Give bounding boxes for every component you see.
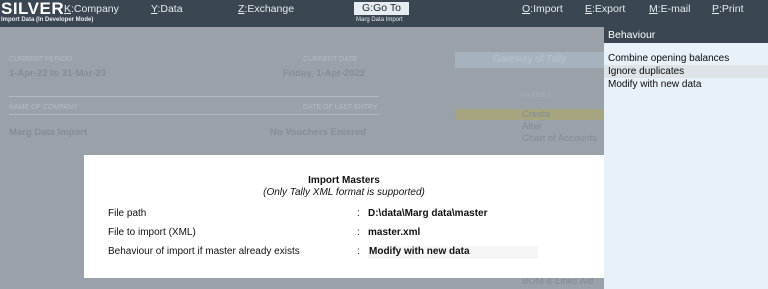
top-menu-bar: SILVER Import Data (In Developer Mode) K… [0, 0, 768, 27]
colon: : [357, 246, 360, 257]
menu-email-label: :E-mail [657, 3, 691, 15]
behaviour-label: Behaviour of import if master already ex… [108, 246, 300, 257]
gateway-item-create: Create [522, 109, 551, 120]
goto-key: G [362, 2, 371, 14]
menu-exchange[interactable]: Z:Exchange [238, 3, 294, 15]
behaviour-panel: Behaviour Combine opening balances Ignor… [604, 27, 768, 289]
behaviour-panel-title: Behaviour [604, 27, 768, 43]
current-date-value: Friday, 1-Apr-2022 [283, 68, 366, 79]
menu-data[interactable]: Y:Data [151, 3, 183, 15]
menu-import[interactable]: O:Import [522, 3, 563, 15]
file-path-label: File path [108, 208, 147, 219]
goto-label: :Go To [370, 2, 401, 14]
divider [9, 96, 379, 97]
current-period-value: 1-Apr-22 to 31-Mar-23 [9, 68, 107, 79]
behaviour-option-combine[interactable]: Combine opening balances [604, 52, 768, 65]
behaviour-field[interactable]: Modify with new data [368, 246, 538, 258]
mode-caption: Import Data (In Developer Mode) [1, 17, 94, 23]
menu-company[interactable]: K:Company [64, 3, 119, 15]
colon: : [357, 208, 360, 219]
menu-print-label: :Print [719, 3, 744, 15]
menu-export-key: E [585, 3, 593, 15]
menu-company-key: K [64, 3, 72, 15]
import-masters-dialog: Import Masters (Only Tally XML format is… [84, 155, 604, 278]
current-date-label: CURRENT DATE [303, 56, 358, 63]
menu-import-key: O [522, 3, 531, 15]
last-entry-label: DATE OF LAST ENTRY [303, 104, 378, 111]
menu-print-key: P [712, 3, 720, 15]
file-to-import-label: File to import (XML) [108, 227, 196, 238]
menu-import-label: :Import [530, 3, 563, 15]
divider [9, 114, 379, 115]
gateway-item-chart-of-accounts: Chart of Accounts [522, 133, 597, 144]
dialog-subtitle: (Only Tally XML format is supported) [263, 187, 425, 198]
goto-subtitle: Marg Data Import [356, 17, 403, 23]
menu-email-key: M [649, 3, 658, 15]
file-path-field[interactable]: D:\data\Marg data\master [368, 208, 487, 219]
gateway-item-alter: Alter [522, 121, 542, 132]
menu-export[interactable]: E:Export [585, 3, 625, 15]
menu-exchange-label: :Exchange [244, 3, 295, 15]
colon: : [357, 227, 360, 238]
behaviour-option-ignore-duplicates[interactable]: Ignore duplicates [604, 65, 768, 78]
gateway-section-label: MASTERS [522, 93, 552, 99]
menu-data-label: :Data [157, 3, 183, 15]
menu-print[interactable]: P:Print [712, 3, 744, 15]
goto-button[interactable]: G:Go To [354, 2, 409, 15]
current-period-label: CURRENT PERIOD [9, 56, 72, 63]
dialog-title: Import Masters [308, 175, 380, 186]
last-entry-value: No Vouchers Entered [270, 127, 366, 138]
menu-export-label: :Export [592, 3, 626, 15]
behaviour-option-modify[interactable]: Modify with new data [604, 78, 768, 91]
company-name-label: NAME OF COMPANY [9, 104, 78, 111]
file-to-import-field[interactable]: master.xml [368, 227, 420, 238]
menu-company-label: :Company [71, 3, 119, 15]
company-name: Marg Data Import [9, 127, 88, 138]
gateway-header: Gateway of Tally [455, 52, 604, 68]
menu-email[interactable]: M:E-mail [649, 3, 690, 15]
